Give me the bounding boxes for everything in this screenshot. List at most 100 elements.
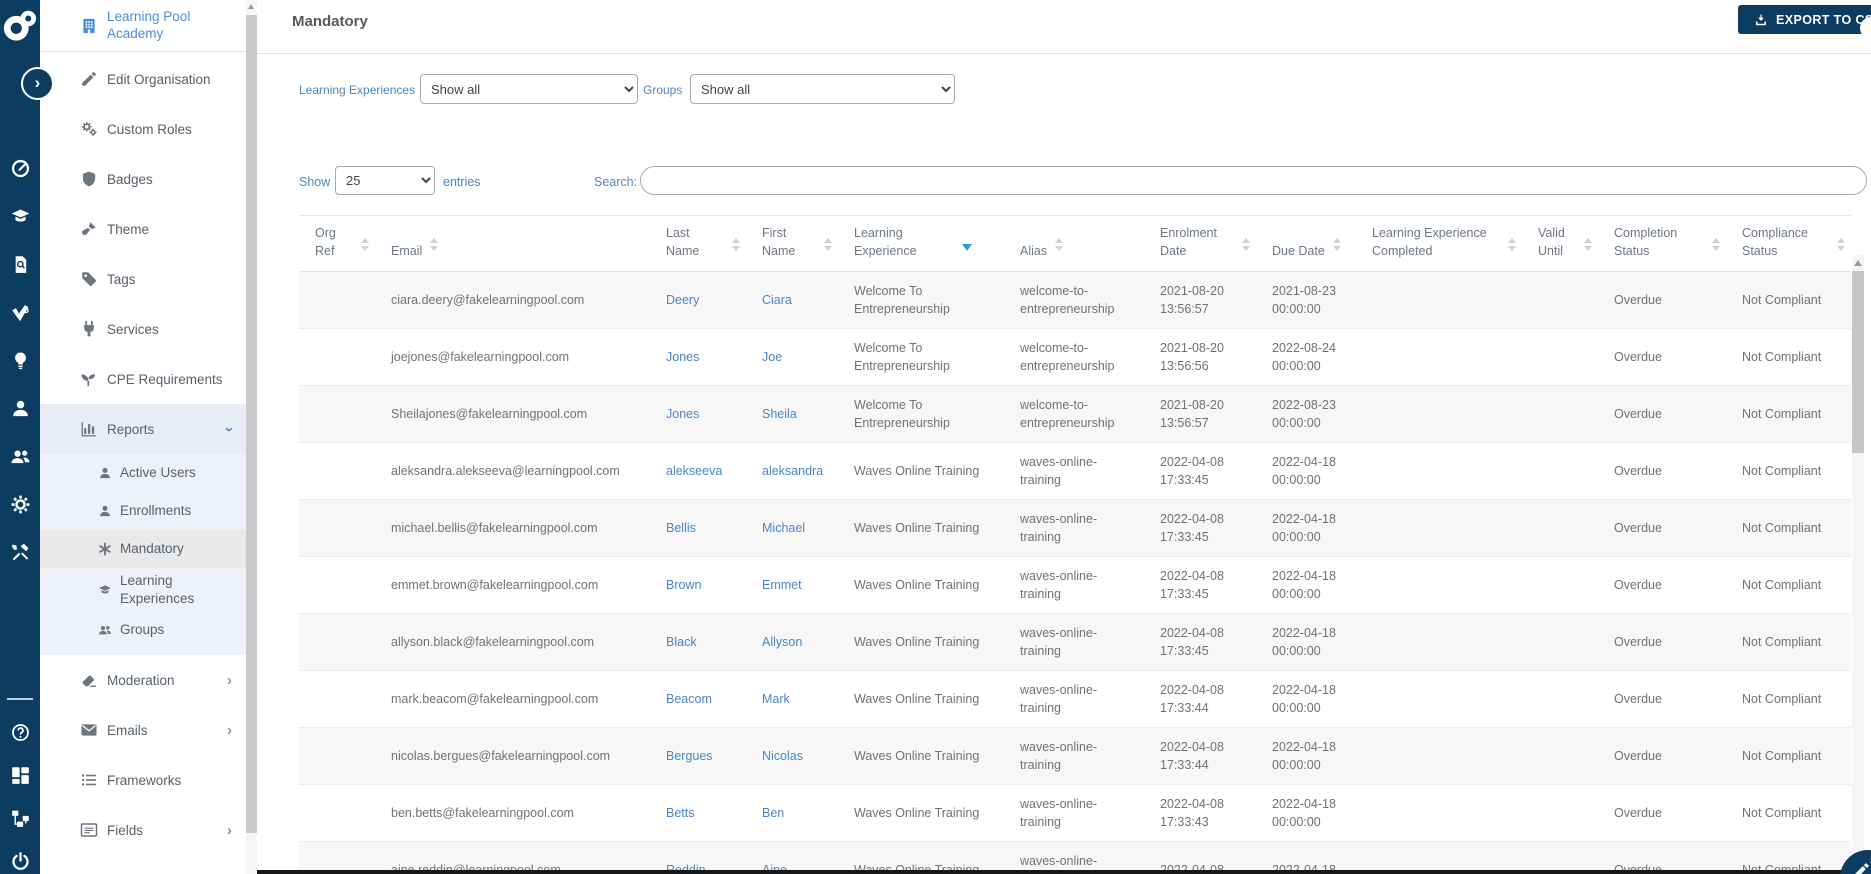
help-icon[interactable]	[10, 722, 31, 743]
cell-le_completed	[1356, 386, 1522, 443]
first-name-link[interactable]: Ciara	[762, 293, 792, 307]
users-icon[interactable]	[10, 446, 31, 467]
export-to-csv-button[interactable]: EXPORT TO CSV	[1738, 5, 1871, 34]
last-name-link[interactable]: Brown	[666, 578, 701, 592]
sidebar-item-active-users[interactable]: Active Users	[40, 454, 246, 492]
cell-org_ref	[299, 386, 375, 443]
sidebar-item-theme[interactable]: Theme	[40, 204, 246, 254]
cell-first_name: Nicolas	[746, 728, 838, 785]
list-alt-icon	[80, 821, 98, 839]
power-icon[interactable]	[10, 851, 31, 872]
first-name-link[interactable]: Michael	[762, 521, 805, 535]
learning-experiences-filter-select[interactable]: Show all	[420, 74, 638, 104]
column-header-due_date[interactable]: Due Date	[1256, 216, 1356, 272]
marker-check-icon[interactable]	[10, 302, 31, 323]
column-header-compliance_status[interactable]: Compliance Status	[1726, 216, 1851, 272]
date-line: 2022-04-18	[1272, 740, 1336, 755]
file-search-icon[interactable]	[10, 254, 31, 275]
first-name-link[interactable]: Allyson	[762, 635, 802, 649]
last-name-link[interactable]: Black	[666, 635, 697, 649]
sidebar-scrollbar-thumb[interactable]	[246, 15, 257, 833]
sort-icon	[1242, 238, 1250, 252]
sidebar-item-reports[interactable]: Reports ›	[40, 404, 246, 454]
date-line: 2022-04-18	[1272, 455, 1336, 470]
last-name-link[interactable]: Bellis	[666, 521, 696, 535]
column-header-org_ref[interactable]: Org Ref	[299, 216, 375, 272]
sidebar-item-enrollments[interactable]: Enrollments	[40, 492, 246, 530]
first-name-link[interactable]: Ben	[762, 806, 784, 820]
first-name-link[interactable]: Mark	[762, 692, 790, 706]
search-input[interactable]	[640, 166, 1867, 195]
column-label: Alias	[1020, 244, 1048, 259]
table-scrollbar-thumb[interactable]	[1852, 271, 1864, 453]
last-name-link[interactable]: Deery	[666, 293, 699, 307]
column-header-last_name[interactable]: Last Name	[650, 216, 746, 272]
last-name-link[interactable]: Jones	[666, 350, 699, 364]
date-line: 17:33:45	[1160, 644, 1209, 659]
sidebar-item-frameworks[interactable]: Frameworks	[40, 755, 246, 805]
show-entries-label: Show	[299, 175, 331, 189]
sidebar-item-organisation[interactable]: Learning Pool Academy	[40, 0, 246, 52]
last-name-link[interactable]: Bergues	[666, 749, 713, 763]
sitemap-icon[interactable]	[10, 808, 31, 829]
first-name-link[interactable]: Nicolas	[762, 749, 803, 763]
scrollbar-up-arrow-icon[interactable]	[1854, 260, 1862, 266]
sidebar-item-moderation[interactable]: Moderation ›	[40, 655, 246, 705]
last-name-link[interactable]: Jones	[666, 407, 699, 421]
cell-last_name: Beacom	[650, 671, 746, 728]
sidebar-item-emails[interactable]: Emails ›	[40, 705, 246, 755]
last-name-link[interactable]: Betts	[666, 806, 695, 820]
lightbulb-icon[interactable]	[10, 350, 31, 371]
column-header-alias[interactable]: Alias	[1004, 216, 1144, 272]
cell-valid_until	[1522, 386, 1598, 443]
speedometer-icon[interactable]	[10, 158, 31, 179]
page-size-select[interactable]: 25	[335, 166, 435, 195]
sidebar-item-services[interactable]: Services	[40, 304, 246, 354]
cell-completion_status: Overdue	[1614, 806, 1662, 821]
grid-icon[interactable]	[10, 765, 31, 786]
column-header-valid_until[interactable]: Valid Until	[1522, 216, 1598, 272]
last-name-link[interactable]: alekseeva	[666, 464, 722, 478]
rail-divider	[7, 698, 33, 700]
table-scrollbar[interactable]	[1852, 255, 1864, 874]
learning-pool-logo-icon[interactable]	[2, 8, 38, 44]
learning-experiences-filter-label: Learning Experiences	[299, 83, 416, 97]
user-icon[interactable]	[10, 398, 31, 419]
tools-icon[interactable]	[10, 542, 31, 563]
first-name-link[interactable]: aleksandra	[762, 464, 823, 478]
sidebar-scrollbar[interactable]	[246, 0, 257, 874]
groups-filter-select[interactable]: Show all	[690, 74, 955, 104]
first-name-link[interactable]: Sheila	[762, 407, 797, 421]
cell-le_completed	[1356, 785, 1522, 842]
table-row: joejones@fakelearningpool.com Jones Joe Wel…	[299, 328, 1851, 386]
sidebar-item-edit-organisation[interactable]: Edit Organisation	[40, 54, 246, 104]
column-header-enrolment_date[interactable]: Enrolment Date	[1144, 216, 1256, 272]
scrollbar-up-arrow-icon[interactable]	[248, 4, 254, 9]
date-line: 17:33:45	[1160, 530, 1209, 545]
column-header-learning_experience[interactable]: Learning Experience	[838, 216, 1004, 272]
first-name-link[interactable]: Emmet	[762, 578, 802, 592]
sidebar-item-learning-experiences[interactable]: Learning Experiences	[40, 568, 246, 611]
column-header-completion_status[interactable]: Completion Status	[1598, 216, 1726, 272]
column-header-le_completed[interactable]: Learning Experience Completed	[1356, 216, 1522, 272]
cell-enrolment_date: 2021-08-20 13:56:56	[1144, 329, 1256, 386]
sidebar-item-groups[interactable]: Groups	[40, 611, 246, 649]
sidebar-item-badges[interactable]: Badges	[40, 154, 246, 204]
chevron-right-icon: ›	[227, 821, 232, 839]
sidebar-item-custom-roles[interactable]: Custom Roles	[40, 104, 246, 154]
sidebar-expand-toggle[interactable]: ›	[21, 67, 54, 100]
sidebar-item-label: Mandatory	[120, 541, 184, 557]
column-header-first_name[interactable]: First Name	[746, 216, 838, 272]
date-line: 2022-04-08	[1160, 455, 1224, 470]
sidebar-item-tags[interactable]: Tags	[40, 254, 246, 304]
sidebar-item-mandatory[interactable]: Mandatory	[40, 530, 246, 568]
first-name-link[interactable]: Joe	[762, 350, 782, 364]
sidebar-item-cpe-requirements[interactable]: CPE Requirements	[40, 354, 246, 404]
cell-org_ref	[299, 785, 375, 842]
column-header-email[interactable]: Email	[375, 216, 650, 272]
sidebar-item-fields[interactable]: Fields ›	[40, 805, 246, 855]
last-name-link[interactable]: Beacom	[666, 692, 712, 706]
sort-icon	[1055, 238, 1064, 252]
graduation-cap-icon[interactable]	[10, 206, 31, 227]
gear-icon[interactable]	[10, 494, 31, 515]
